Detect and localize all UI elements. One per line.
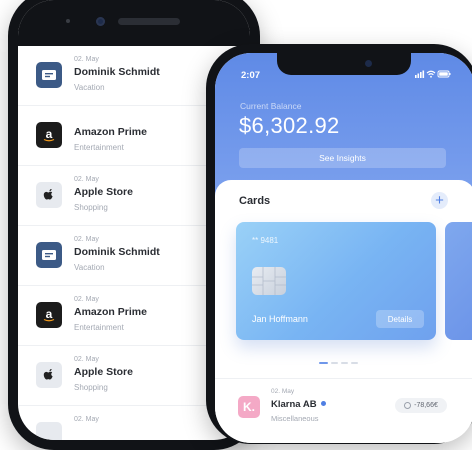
card-pager bbox=[319, 362, 361, 365]
svg-text:a: a bbox=[46, 307, 53, 321]
transaction-name: Dominik Schmidt bbox=[74, 246, 160, 258]
ticket-icon bbox=[36, 62, 62, 88]
ticket-icon bbox=[36, 242, 62, 268]
cards-sheet: Cards + ** 9481 Jan Hoffmann Details K. … bbox=[215, 180, 472, 443]
transaction-date: 02. May bbox=[74, 416, 99, 423]
front-phone: 2:07 Current Balance $6,302.92 See Insig… bbox=[206, 44, 472, 444]
card-details-button[interactable]: Details bbox=[376, 310, 424, 328]
wifi-icon bbox=[426, 70, 436, 78]
balance-amount: $6,302.92 bbox=[239, 113, 340, 138]
transaction-name: Amazon Prime bbox=[74, 306, 147, 318]
sensor bbox=[66, 19, 70, 23]
next-card[interactable] bbox=[445, 222, 472, 340]
battery-icon bbox=[437, 70, 451, 78]
verified-icon bbox=[320, 401, 326, 406]
speaker bbox=[118, 18, 180, 25]
front-phone-screen: 2:07 Current Balance $6,302.92 See Insig… bbox=[215, 53, 472, 443]
klarna-icon: K. bbox=[238, 396, 260, 418]
camera bbox=[96, 17, 105, 26]
transaction-date: 02. May bbox=[74, 176, 99, 183]
apple-icon bbox=[36, 182, 62, 208]
transaction-name: Apple Store bbox=[74, 186, 133, 198]
transaction-name: Klarna AB bbox=[271, 399, 326, 410]
transaction-category: Miscellaneous bbox=[271, 414, 319, 423]
transaction-date: 02. May bbox=[74, 236, 99, 243]
notch bbox=[277, 53, 411, 75]
amazon-icon: a bbox=[36, 302, 62, 328]
transaction-name-text: Klarna AB bbox=[271, 399, 317, 410]
balance-label: Current Balance bbox=[240, 101, 302, 111]
transaction-category: Entertainment bbox=[74, 323, 124, 332]
pending-icon bbox=[404, 402, 412, 409]
cards-title: Cards bbox=[239, 195, 271, 207]
camera bbox=[365, 60, 372, 67]
see-insights-button[interactable]: See Insights bbox=[239, 148, 446, 168]
transaction-category: Shopping bbox=[74, 203, 108, 212]
notch bbox=[18, 0, 250, 46]
pager-dot-active[interactable] bbox=[319, 362, 328, 364]
transaction-name: Dominik Schmidt bbox=[74, 66, 160, 78]
pager-dot[interactable] bbox=[351, 362, 358, 364]
transaction-date: 02. May bbox=[74, 296, 99, 303]
transaction-category: Vacation bbox=[74, 83, 105, 92]
add-card-button[interactable]: + bbox=[431, 192, 448, 209]
transaction-date: 02. May bbox=[74, 356, 99, 363]
svg-text:a: a bbox=[46, 127, 53, 141]
pager-dot[interactable] bbox=[331, 362, 338, 364]
apple-icon bbox=[36, 422, 62, 440]
transaction-category: Shopping bbox=[74, 383, 108, 392]
transaction-name: Amazon Prime bbox=[74, 126, 147, 138]
transaction-name: Apple Store bbox=[74, 366, 133, 378]
card-chip-icon bbox=[252, 267, 286, 295]
status-time: 2:07 bbox=[241, 70, 261, 81]
signal-icon bbox=[415, 70, 425, 78]
card-holder: Jan Hoffmann bbox=[252, 314, 308, 324]
apple-icon bbox=[36, 362, 62, 388]
transaction-date: 02. May bbox=[74, 56, 99, 63]
transaction-amount: -78,66€ bbox=[395, 398, 447, 413]
amount-text: -78,66€ bbox=[414, 402, 438, 409]
transaction-category: Vacation bbox=[74, 263, 105, 272]
status-icons bbox=[415, 70, 451, 80]
transaction-row[interactable]: K. 02. May Klarna AB Miscellaneous -78,6… bbox=[215, 378, 472, 439]
card-number: ** 9481 bbox=[252, 236, 279, 245]
credit-card[interactable]: ** 9481 Jan Hoffmann Details bbox=[236, 222, 436, 340]
transaction-category: Entertainment bbox=[74, 143, 124, 152]
amazon-icon: a bbox=[36, 122, 62, 148]
pager-dot[interactable] bbox=[341, 362, 348, 364]
transaction-date: 02. May bbox=[271, 388, 295, 395]
